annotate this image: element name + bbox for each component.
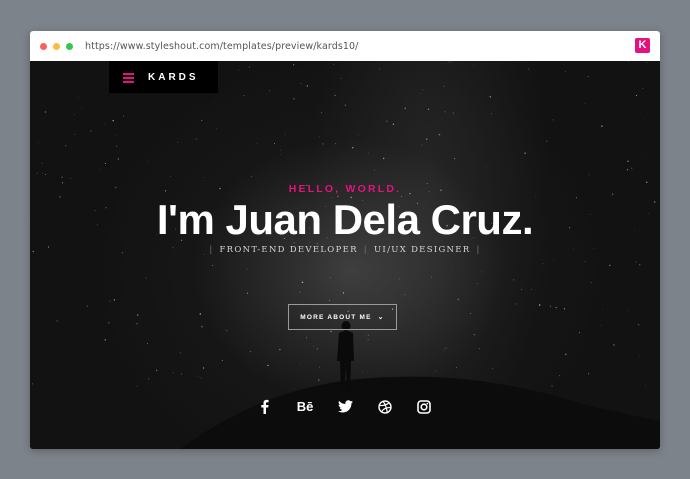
role-separator: | — [476, 245, 481, 255]
hero-section: KARDS HELLO, WORLD. I'm Juan Dela Cruz. … — [30, 61, 660, 449]
address-bar[interactable]: https://www.styleshout.com/templates/pre… — [85, 41, 358, 52]
browser-toolbar: https://www.styleshout.com/templates/pre… — [30, 31, 660, 62]
instagram-icon[interactable] — [414, 397, 433, 416]
twitter-icon[interactable] — [336, 397, 355, 416]
kards-favicon-icon: K — [635, 38, 650, 53]
maximize-window-dot[interactable] — [66, 42, 73, 50]
hero-roles: | FRONT-END DEVELOPER | UI/UX DESIGNER | — [30, 245, 660, 255]
hamburger-menu-icon[interactable] — [123, 72, 134, 83]
minimize-window-dot[interactable] — [53, 42, 60, 50]
hero-headline: I'm Juan Dela Cruz. — [156, 196, 534, 243]
dribbble-icon[interactable] — [375, 397, 394, 416]
hero-greeting: HELLO, WORLD. — [288, 183, 402, 195]
browser-window: https://www.styleshout.com/templates/pre… — [30, 31, 660, 449]
facebook-icon[interactable] — [255, 397, 274, 416]
role-separator: | — [209, 245, 214, 255]
more-about-me-label: MORE ABOUT ME — [300, 313, 372, 321]
site-header: KARDS — [109, 61, 218, 93]
role-ui-ux: UI/UX DESIGNER — [373, 245, 471, 255]
window-controls — [40, 42, 73, 50]
close-window-dot[interactable] — [40, 42, 47, 50]
behance-icon[interactable]: Bē — [294, 397, 316, 416]
role-front-end: FRONT-END DEVELOPER — [219, 245, 358, 255]
role-separator: | — [363, 245, 368, 255]
social-links: Bē — [255, 397, 433, 416]
hill-silhouette — [180, 321, 660, 449]
site-logo[interactable]: KARDS — [148, 72, 199, 83]
chevron-down-icon: ⌄ — [377, 314, 385, 321]
more-about-me-button[interactable]: MORE ABOUT ME ⌄ — [288, 304, 397, 330]
